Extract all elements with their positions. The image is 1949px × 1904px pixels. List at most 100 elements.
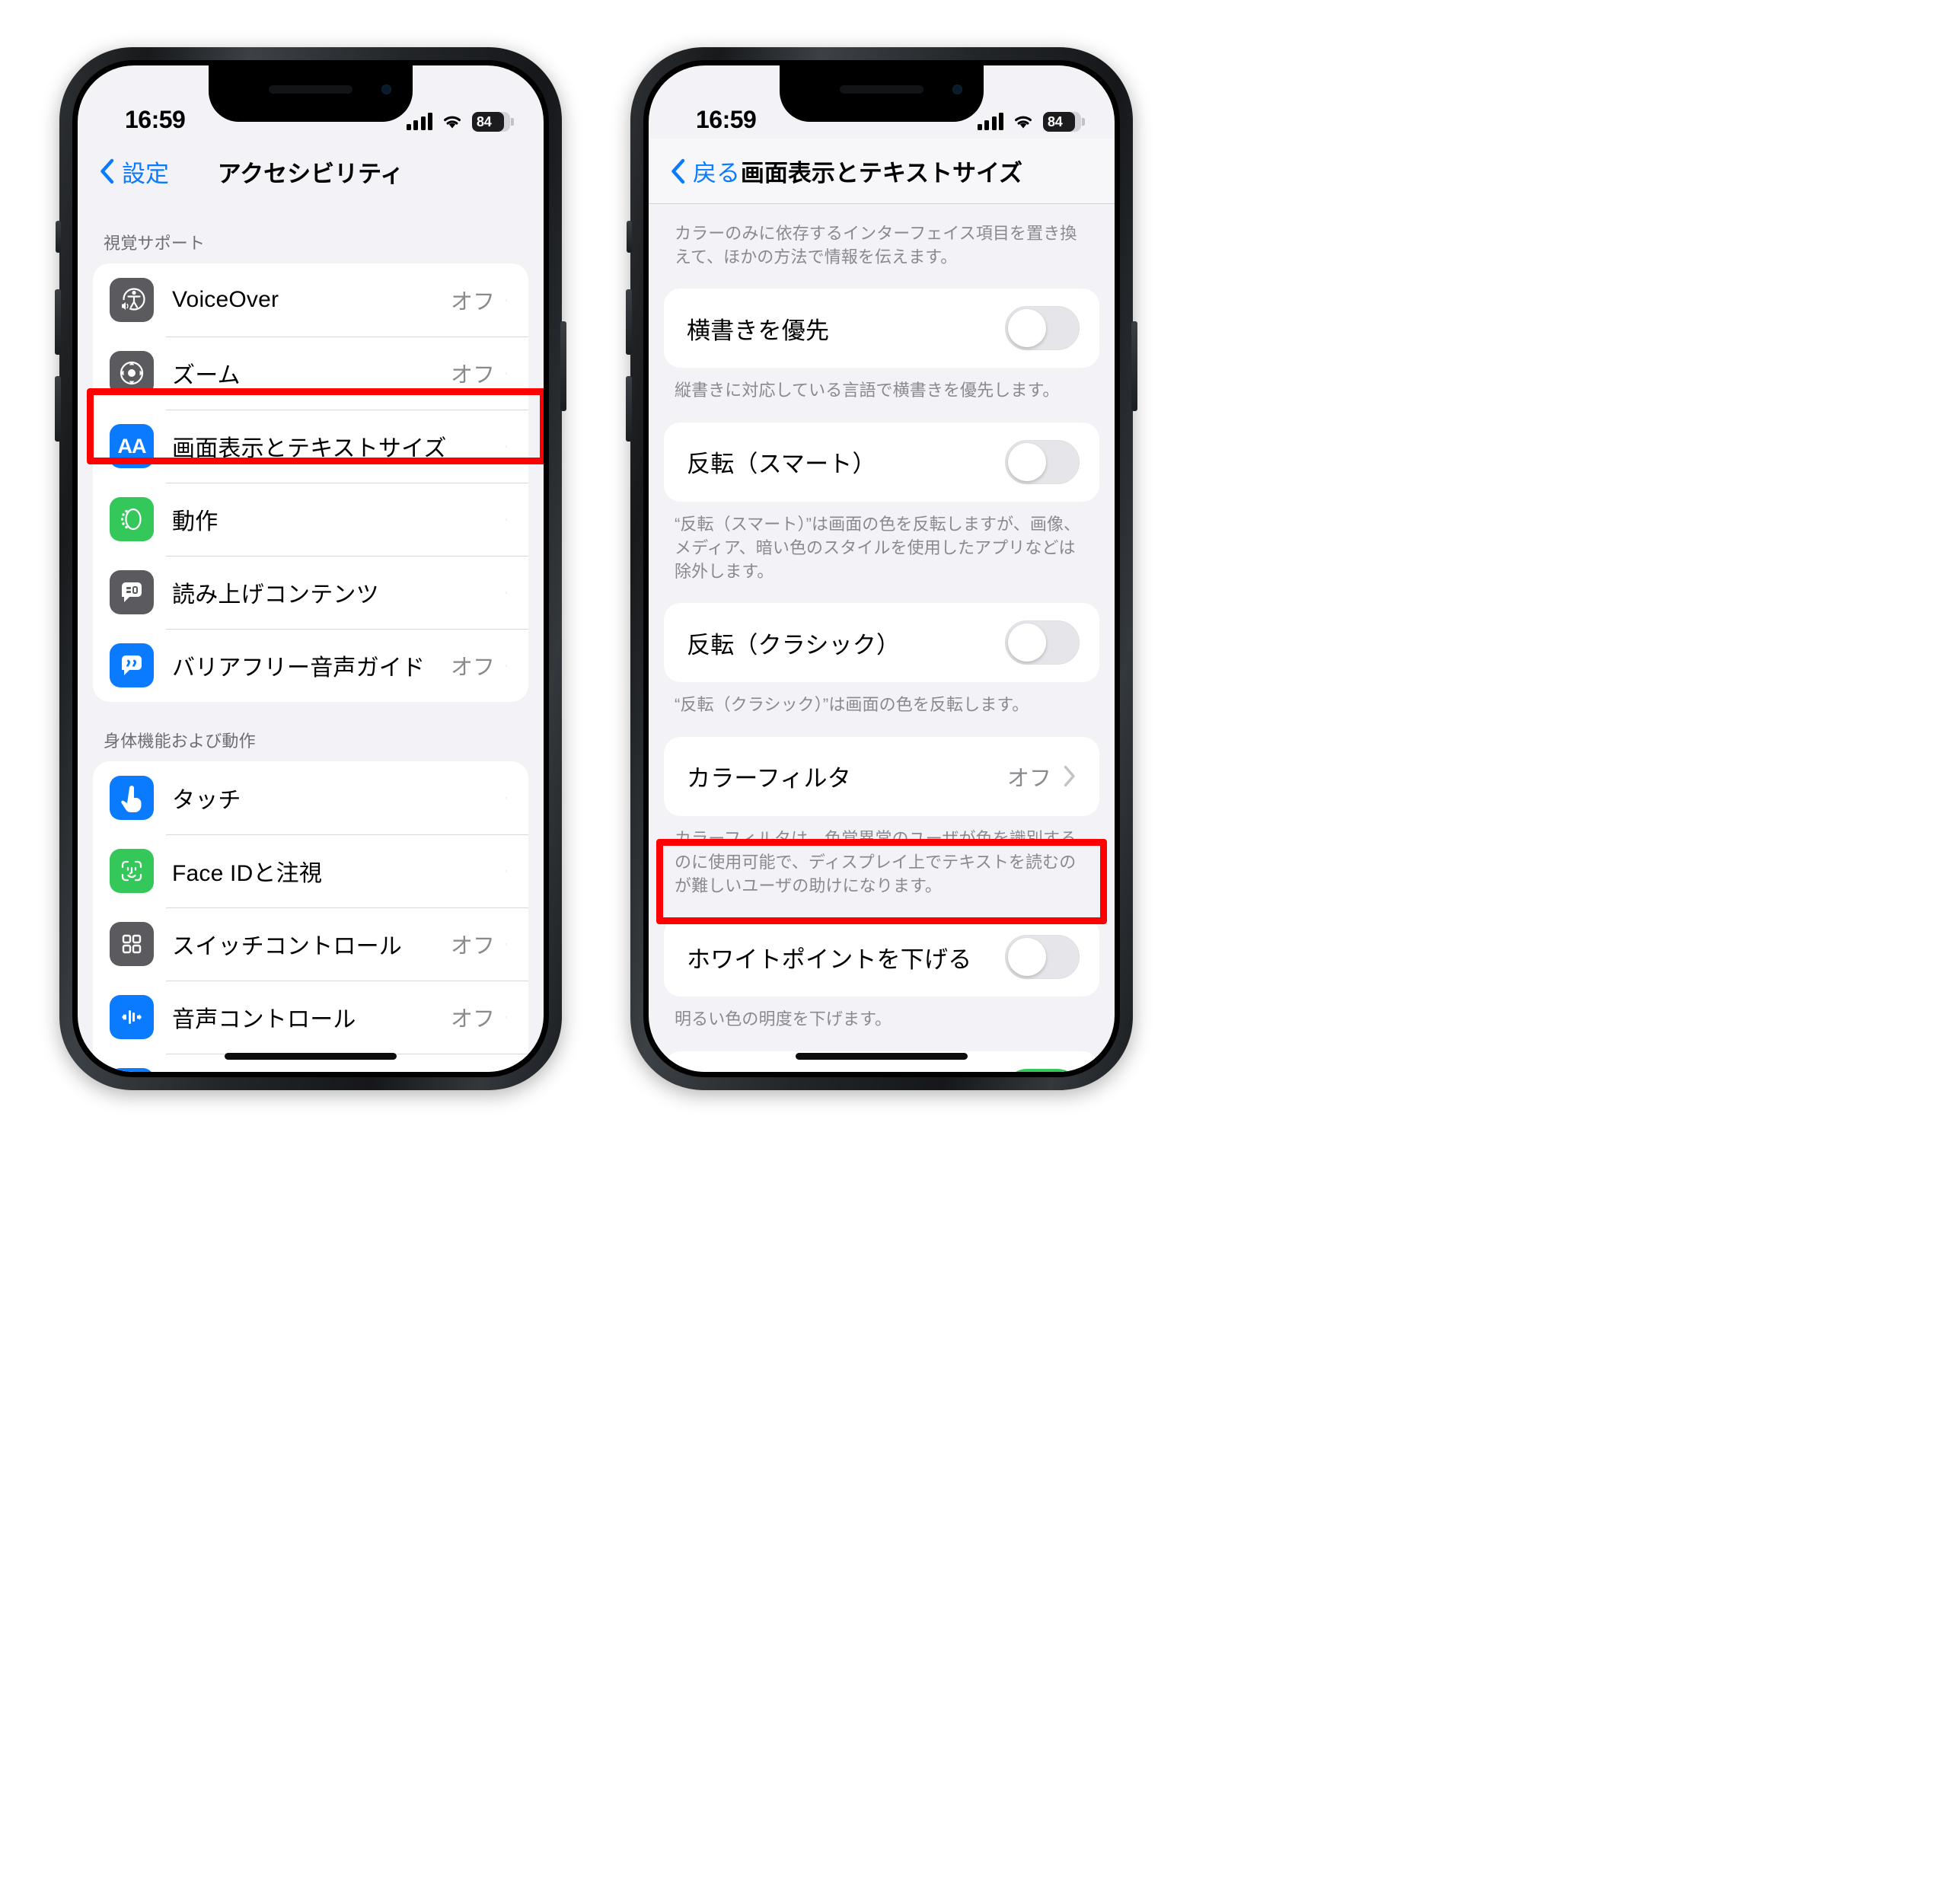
status-indicators: 84	[406, 112, 514, 134]
settings-list-right[interactable]: カラーのみに依存するインターフェイス項目を置き換えて、ほかの方法で情報を伝えます…	[649, 205, 1115, 1072]
list-item-value: オフ	[1006, 766, 1051, 791]
chevron-right-icon	[506, 787, 528, 809]
list-item-voiceover[interactable]: VoiceOver オフ	[93, 263, 528, 336]
list-item-touch[interactable]: タッチ	[93, 761, 528, 834]
settings-group-color-filters: カラーフィルタ オフ	[664, 736, 1099, 816]
back-button-label: 設定	[122, 160, 169, 187]
phone-device-right: 16:59 84 戻る 画面表示とテキストサイズ カラーのみに依存するインターフ…	[626, 47, 1137, 1090]
volume-up-button[interactable]	[55, 289, 61, 355]
chevron-right-icon	[506, 933, 528, 955]
silent-switch[interactable]	[627, 221, 632, 253]
power-button[interactable]	[560, 321, 566, 411]
chevron-left-icon	[100, 158, 114, 184]
chevron-right-icon	[506, 582, 528, 604]
power-button[interactable]	[1131, 321, 1137, 411]
list-item-voice-control[interactable]: 音声コントロール オフ	[93, 981, 528, 1054]
chevron-left-icon	[671, 158, 685, 183]
back-button-return[interactable]: 戻る	[670, 154, 740, 188]
list-item-audio-descriptions[interactable]: バリアフリー音声ガイド オフ	[93, 629, 528, 702]
list-item-value: オフ	[450, 934, 495, 958]
footer-differentiate-without-color: カラーのみに依存するインターフェイス項目を置き換えて、ほかの方法で情報を伝えます…	[675, 224, 1077, 267]
volume-down-button[interactable]	[55, 376, 61, 442]
nav-bar-right: 戻る 画面表示とテキストサイズ	[649, 139, 1115, 204]
earpiece-speaker	[840, 85, 923, 94]
phone-bezel-right: 16:59 84 戻る 画面表示とテキストサイズ カラーのみに依存するインターフ…	[643, 60, 1120, 1077]
settings-group-physical-motor: タッチ Face IDと注視 スイッチコントロール オフ 音声コントロール オフ	[93, 761, 528, 1072]
settings-group-vision: VoiceOver オフ ズーム オフ AA 画面表示とテキストサイズ 動作 読…	[93, 263, 528, 702]
nav-bar-left: 設定 アクセシビリティ	[78, 139, 544, 204]
list-item-label: 音声コントロール	[172, 1007, 356, 1032]
notch	[209, 65, 413, 122]
settings-list-left[interactable]: 視覚サポート VoiceOver オフ ズーム オフ AA 画面表示とテキストサ…	[78, 204, 544, 1072]
chevron-right-icon	[506, 509, 528, 531]
earpiece-speaker	[269, 85, 352, 94]
phone-bezel-left: 16:59 84 設定 アクセシビリティ 視覚サポート VoiceOver オフ…	[72, 60, 549, 1077]
chevron-right-icon	[506, 435, 528, 458]
wifi-icon	[442, 113, 463, 130]
toggle-knob	[1008, 309, 1046, 348]
section-header-physical-motor: 身体機能および動作	[104, 732, 256, 751]
settings-group-prefer-horizontal: 横書きを優先	[664, 289, 1099, 368]
section-header-vision: 視覚サポート	[104, 234, 206, 253]
toggle-knob	[1008, 938, 1046, 977]
list-item-spoken-content[interactable]: 読み上げコンテンツ	[93, 556, 528, 629]
chevron-right-icon	[1064, 765, 1080, 787]
footer-prefer-horizontal: 縦書きに対応している言語で横書きを優先します。	[675, 381, 1060, 400]
silent-switch[interactable]	[56, 221, 61, 253]
front-camera	[952, 85, 962, 94]
settings-group-reduce-white-point: ホワイトポイントを下げる	[664, 917, 1099, 997]
toggle-switch-classic-invert[interactable]	[1005, 620, 1080, 665]
chevron-right-icon	[506, 362, 528, 384]
front-camera	[381, 85, 391, 94]
home-indicator	[796, 1053, 968, 1060]
battery-percent: 84	[1048, 113, 1063, 129]
toggle-switch-smart-invert[interactable]	[1005, 439, 1080, 484]
voice-control-icon	[110, 995, 154, 1039]
phone-device-left: 16:59 84 設定 アクセシビリティ 視覚サポート VoiceOver オフ…	[55, 47, 566, 1090]
list-item-color-filters[interactable]: カラーフィルタ オフ	[664, 737, 1099, 816]
volume-up-button[interactable]	[626, 289, 632, 355]
list-item-label: ズーム	[172, 363, 241, 388]
audio-descriptions-icon	[110, 643, 154, 687]
toggle-row-reduce-white-point[interactable]: ホワイトポイントを下げる	[664, 917, 1099, 997]
toggle-row-prefer-horizontal[interactable]: 横書きを優先	[664, 289, 1099, 368]
toggle-row-label: 反転（スマート）	[687, 451, 876, 478]
toggle-switch-auto-brightness[interactable]	[1005, 1068, 1080, 1072]
list-item-motion[interactable]: 動作	[93, 483, 528, 556]
list-item-zoom[interactable]: ズーム オフ	[93, 336, 528, 410]
volume-down-button[interactable]	[626, 376, 632, 442]
list-item-value: オフ	[450, 363, 495, 387]
cellular-signal-icon	[977, 113, 1003, 130]
back-button-settings[interactable]: 設定	[99, 155, 169, 189]
list-item-label: カラーフィルタ	[687, 765, 851, 793]
toggle-switch-reduce-white-point[interactable]	[1005, 935, 1080, 980]
list-item-label: VoiceOver	[172, 287, 279, 312]
list-item-switch-control[interactable]: スイッチコントロール オフ	[93, 907, 528, 981]
list-item-value: オフ	[450, 655, 495, 680]
list-item-faceid-attention[interactable]: Face IDと注視	[93, 834, 528, 907]
list-item-display-text-size[interactable]: AA 画面表示とテキストサイズ	[93, 410, 528, 483]
spoken-content-icon	[110, 570, 154, 614]
switch-control-icon	[110, 922, 154, 966]
settings-group-classic-invert: 反転（クラシック）	[664, 603, 1099, 683]
toggle-row-classic-invert[interactable]: 反転（クラシック）	[664, 603, 1099, 682]
status-time: 16:59	[125, 106, 186, 133]
toggle-row-label: 横書きを優先	[687, 317, 830, 344]
list-item-label: タッチ	[172, 788, 241, 813]
chevron-right-icon	[506, 655, 528, 677]
battery-tip	[1082, 118, 1085, 126]
list-item-label: スイッチコントロール	[172, 934, 402, 959]
toggle-switch-prefer-horizontal[interactable]	[1005, 306, 1080, 351]
voiceover-icon	[110, 278, 154, 322]
aa-text-icon: AA	[110, 424, 154, 468]
battery-icon: 84	[472, 112, 514, 132]
settings-group-smart-invert: 反転（スマート）	[664, 422, 1099, 502]
list-item-label: 動作	[172, 509, 219, 534]
status-indicators: 84	[977, 112, 1085, 134]
chevron-right-icon	[506, 860, 528, 882]
toggle-row-label: ホワイトポイントを下げる	[687, 946, 972, 973]
toggle-row-smart-invert[interactable]: 反転（スマート）	[664, 423, 1099, 502]
wifi-icon	[1013, 113, 1034, 130]
battery-icon: 84	[1043, 112, 1085, 132]
toggle-knob	[1008, 624, 1046, 662]
